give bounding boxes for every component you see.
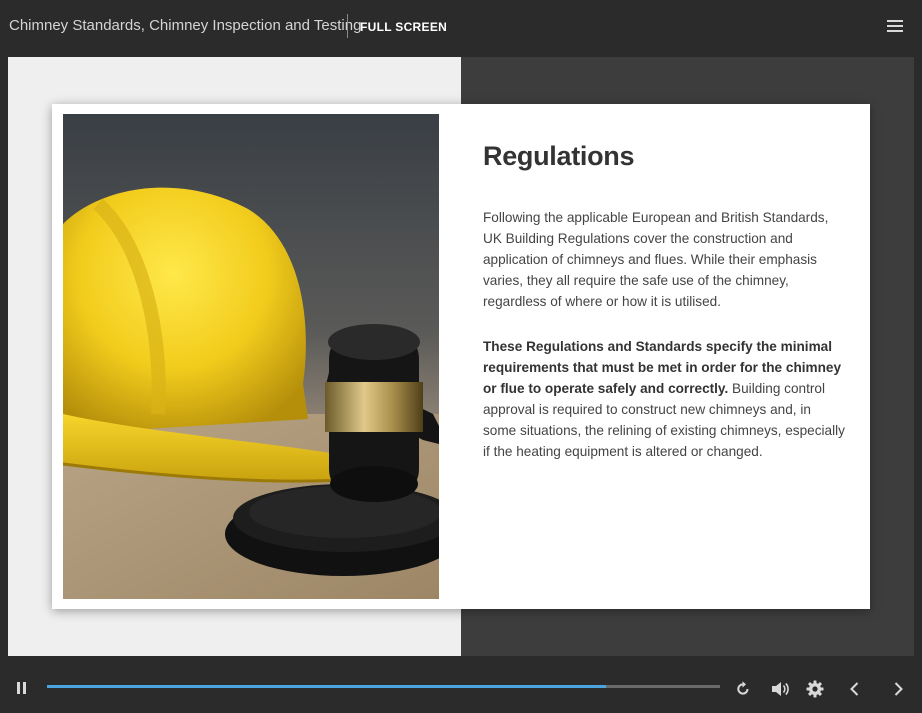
progress-fill bbox=[47, 685, 606, 688]
body-paragraph-2: These Regulations and Standards specify … bbox=[483, 336, 845, 462]
body-paragraph-1: Following the applicable European and Br… bbox=[483, 210, 829, 309]
player-controls bbox=[0, 665, 922, 713]
progress-bar[interactable] bbox=[47, 685, 720, 688]
full-screen-button[interactable]: FULL SCREEN bbox=[360, 20, 447, 34]
next-icon[interactable] bbox=[888, 679, 908, 699]
settings-icon[interactable] bbox=[805, 679, 825, 699]
pause-icon[interactable] bbox=[17, 682, 27, 695]
volume-icon[interactable] bbox=[769, 679, 789, 699]
prev-icon[interactable] bbox=[845, 679, 865, 699]
menu-icon[interactable] bbox=[887, 20, 904, 34]
hard-hat-gavel-image bbox=[63, 114, 439, 599]
slide-title: Regulations bbox=[483, 141, 635, 171]
top-bar: Chimney Standards, Chimney Inspection an… bbox=[0, 0, 922, 57]
slide-stage: Regulations Following the applicable Eur… bbox=[8, 57, 914, 656]
course-title: Chimney Standards, Chimney Inspection an… bbox=[9, 17, 362, 34]
replay-icon[interactable] bbox=[733, 679, 753, 699]
content-card: Regulations Following the applicable Eur… bbox=[52, 104, 870, 609]
title-divider bbox=[347, 14, 348, 38]
